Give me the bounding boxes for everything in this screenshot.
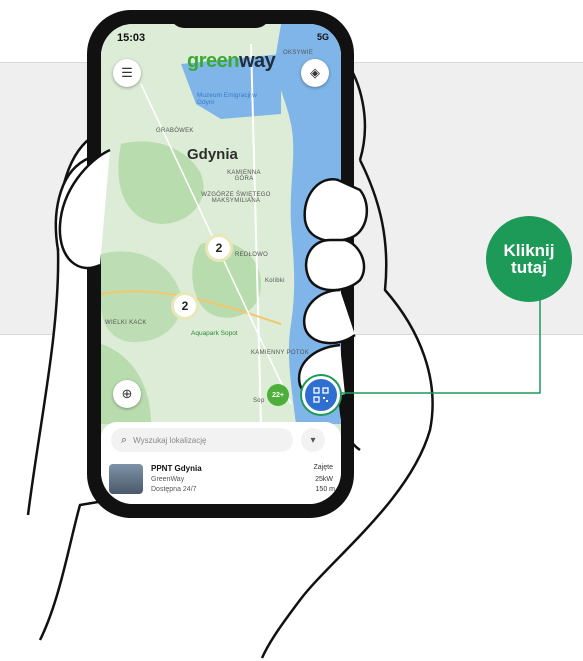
station-name: PPNT Gdynia — [151, 464, 202, 473]
map-city-label: Gdynia — [187, 146, 238, 163]
locate-icon: ⊕ — [121, 386, 133, 401]
station-thumbnail — [109, 464, 143, 494]
station-operator: GreenWay — [151, 476, 185, 483]
callout-line2: tutaj — [511, 258, 547, 277]
qr-scan-icon — [313, 387, 329, 403]
station-cluster[interactable]: 2 — [205, 234, 233, 262]
click-here-callout: Kliknij tutaj — [486, 216, 572, 302]
bottom-sheet: ⌕ Wyszukaj lokalizację ▾ PPNT Gdynia Gre… — [101, 422, 341, 504]
greenway-logo: greenway — [187, 50, 276, 73]
status-time: 15:03 — [117, 32, 146, 44]
status-bar: 15:03 5G — [101, 30, 341, 48]
filter-button[interactable]: ▾ — [301, 428, 325, 452]
status-network: 5G — [316, 32, 329, 42]
station-power: 25kW — [315, 476, 333, 483]
map-canvas[interactable] — [101, 24, 341, 424]
map-label: OKSYWIE — [283, 50, 314, 56]
poi-aquapark[interactable]: Aquapark Sopot — [191, 330, 238, 337]
station-availability: Dostępna 24/7 — [151, 486, 197, 493]
map-label: Sop — [253, 398, 265, 404]
phone-screen: 15:03 5G ☰ ◈ greenway OKSYWIE Muzeum Emi… — [101, 24, 341, 504]
station-list-item[interactable]: PPNT Gdynia GreenWay Dostępna 24/7 Zajęt… — [109, 462, 335, 502]
menu-icon: ☰ — [121, 65, 133, 80]
map-label: KAMIENNY POTOK — [251, 350, 309, 356]
map-label: Kolibki — [265, 278, 285, 284]
layers-button[interactable]: ◈ — [301, 59, 329, 87]
station-cluster-green[interactable]: 22+ — [267, 384, 289, 406]
station-cluster[interactable]: 2 — [171, 292, 199, 320]
station-distance: 150 m — [315, 486, 335, 493]
callout-line1: Kliknij — [503, 241, 555, 260]
layers-icon: ◈ — [310, 65, 320, 80]
logo-way: way — [238, 50, 276, 72]
phone-notch — [170, 10, 270, 28]
search-placeholder: Wyszukaj lokalizację — [133, 435, 207, 445]
logo-green: green — [187, 50, 239, 72]
map-label: WIELKI KACK — [105, 320, 147, 326]
menu-button[interactable]: ☰ — [113, 59, 141, 87]
search-input[interactable]: ⌕ Wyszukaj lokalizację — [111, 428, 293, 452]
poi-museum[interactable]: Muzeum Emigracji w Gdyni — [197, 92, 267, 106]
filter-icon: ▾ — [310, 434, 316, 446]
station-status: Zajęte — [313, 464, 333, 471]
map-label: KAMIENNA GÓRA — [227, 170, 261, 182]
locate-button[interactable]: ⊕ — [113, 380, 141, 408]
qr-scan-button[interactable] — [302, 376, 340, 414]
map-label: REDŁOWO — [235, 252, 269, 258]
map-label: WZGÓRZE ŚWIĘTEGO MAKSYMILIANA — [201, 192, 271, 204]
search-icon: ⌕ — [121, 433, 128, 446]
map-label: GRABÓWEK — [156, 128, 194, 134]
